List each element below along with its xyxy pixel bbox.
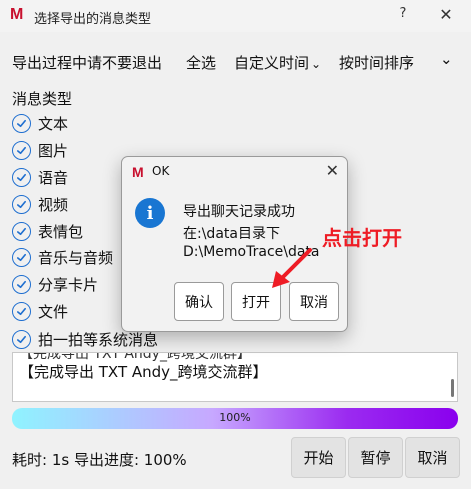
window-title: 选择导出的消息类型 [34,12,152,27]
log-box[interactable]: 【完成导出 TXT Andy_跨境交流群】 【完成导出 TXT Andy_跨境交… [12,352,458,402]
message-type-item[interactable]: 分享卡片 [12,273,98,295]
time-range-dropdown[interactable]: 自定义时间 ⌄ [234,52,321,73]
title-bar: M 选择导出的消息类型 ? ✕ [0,0,471,32]
progress-label: 100% [219,411,251,424]
pause-button[interactable]: 暂停 [348,437,403,478]
status-text: 耗时: 1s 导出进度: 100% [12,451,187,469]
more-chevron-icon[interactable]: ⌄ [440,50,453,68]
chevron-down-icon: ⌄ [311,57,322,71]
start-button[interactable]: 开始 [291,437,346,478]
message-type-label-text: 视频 [38,195,69,214]
export-notice: 导出过程中请不要退出 [12,54,163,72]
check-circle-icon[interactable] [12,194,31,214]
check-circle-icon[interactable] [12,167,31,187]
help-button[interactable]: ? [392,6,414,26]
select-all-checkbox[interactable]: 全选 [186,52,216,73]
annotation-arrow-icon [272,248,312,288]
cancel-button[interactable]: 取消 [405,437,460,478]
message-type-label-text: 图片 [38,141,69,160]
message-type-label-text: 表情包 [38,222,84,241]
message-type-item[interactable]: 语音 [12,166,68,188]
check-circle-icon[interactable] [12,301,31,321]
message-type-label: 消息类型 [12,90,73,108]
check-circle-icon[interactable] [12,247,31,267]
message-type-item[interactable]: 表情包 [12,220,83,242]
message-type-label-text: 分享卡片 [38,275,99,294]
check-circle-icon[interactable] [12,221,31,241]
check-circle-icon[interactable] [12,274,31,294]
dialog-close-button[interactable]: ✕ [326,161,339,180]
message-type-label-text: 文件 [38,302,69,321]
message-type-label-text: 音乐与音频 [38,248,114,267]
progress-bar: 100% [12,408,458,429]
sort-option[interactable]: 按时间排序 [339,52,414,73]
message-type-item[interactable]: 文件 [12,300,68,322]
window-close-button[interactable]: ✕ [434,5,458,27]
dialog-title: OK [152,164,170,178]
dialog-message-line-1: 导出聊天记录成功 [183,204,295,220]
time-range-value: 自定义时间 [234,54,310,72]
message-type-item[interactable]: 图片 [12,139,68,161]
message-type-item[interactable]: 音乐与音频 [12,246,113,268]
message-type-label-text: 语音 [38,168,69,187]
message-type-label-text: 文本 [38,114,69,133]
dialog-message-line-2: 在:\data目录下 [183,226,280,242]
message-type-item[interactable]: 文本 [12,112,68,134]
check-circle-icon[interactable] [12,329,31,349]
dialog-logo-icon: M [132,164,144,180]
check-circle-icon[interactable] [12,140,31,160]
log-line: 【完成导出 TXT Andy_跨境交流群】 [19,363,268,381]
log-scrollbar[interactable] [451,379,454,397]
check-circle-icon[interactable] [12,113,31,133]
app-logo-icon: M [10,6,24,23]
message-type-item[interactable]: 视频 [12,193,68,215]
confirm-button[interactable]: 确认 [174,282,224,321]
info-icon: i [135,198,165,228]
success-dialog: M OK ✕ i 导出聊天记录成功 在:\data目录下 D:\MemoTrac… [121,156,348,332]
